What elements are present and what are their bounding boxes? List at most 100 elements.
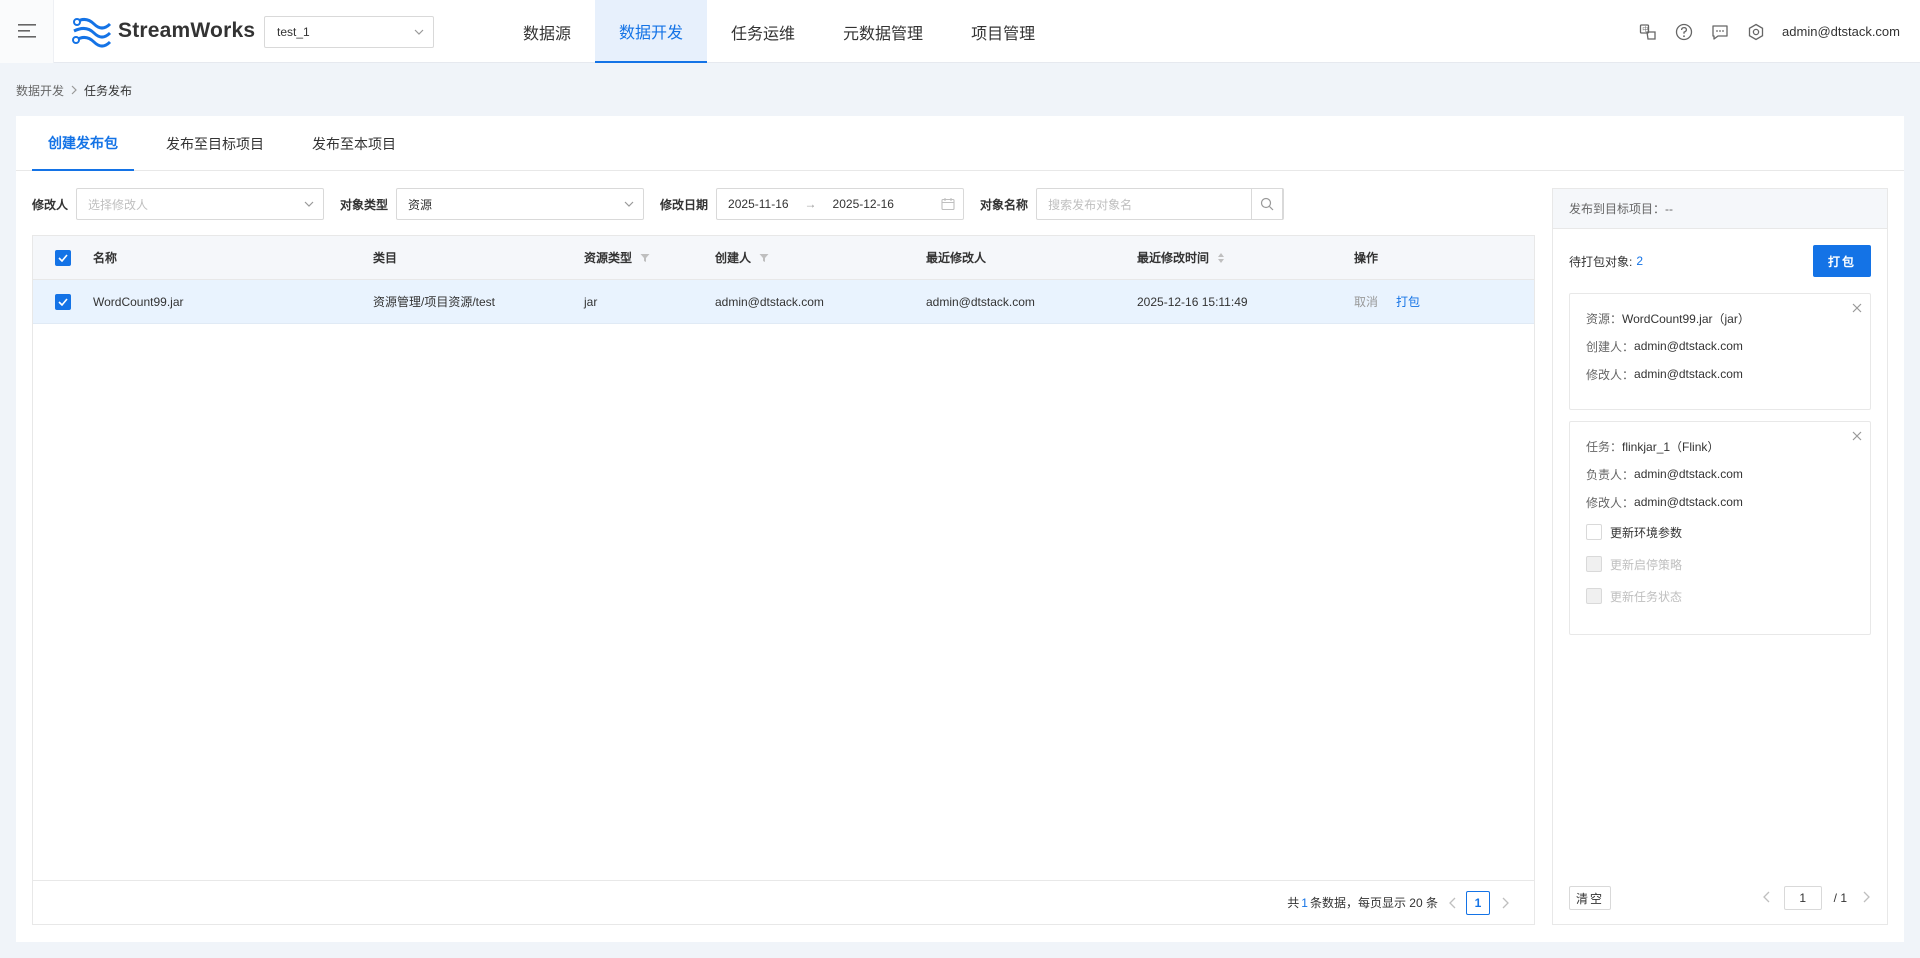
modifier-select[interactable]: 选择修改人	[76, 188, 325, 220]
column-header-creator[interactable]: 创建人	[715, 236, 926, 279]
modifier-filter-label: 修改人	[32, 197, 69, 212]
table-row[interactable]: WordCount99.jar 资源管理/项目资源/test jar admin…	[33, 280, 1534, 324]
nav-item-metadata[interactable]: 元数据管理	[819, 0, 947, 63]
next-page-chevron-icon[interactable]	[1500, 896, 1510, 910]
search-button[interactable]	[1251, 188, 1284, 220]
main-nav: 数据源 数据开发 任务运维 元数据管理 项目管理	[499, 0, 1059, 63]
pending-objects-count: 2	[1636, 254, 1644, 268]
row-pack-link[interactable]: 打包	[1396, 293, 1420, 310]
option-label: 更新启停策略	[1610, 557, 1683, 572]
object-line: 资源： WordCount99.jar（jar）	[1586, 304, 1854, 332]
column-header-modified-time[interactable]: 最近修改时间	[1137, 236, 1354, 279]
language-icon[interactable]: 中	[1638, 22, 1658, 42]
nav-item-task-ops[interactable]: 任务运维	[707, 0, 819, 63]
date-end[interactable]: 2025-12-16	[833, 197, 894, 211]
chevron-down-icon	[624, 201, 634, 207]
object-line-value: WordCount99.jar（jar）	[1622, 311, 1750, 326]
row-name: WordCount99.jar	[93, 294, 184, 309]
prev-page-chevron-icon[interactable]	[1448, 896, 1458, 910]
object-line-value: flinkjar_1（Flink）	[1622, 439, 1720, 454]
package-object-card: 任务： flinkjar_1（Flink） 负责人： admin@dtstack.c…	[1569, 421, 1871, 635]
object-line-key: 修改人：	[1586, 367, 1635, 382]
help-icon[interactable]	[1674, 22, 1694, 42]
option-update-env-params[interactable]: 更新环境参数	[1586, 516, 1854, 548]
pending-objects-summary: 待打包对象: 2	[1569, 245, 1643, 277]
sort-icon[interactable]	[1217, 252, 1225, 264]
check-icon	[58, 253, 68, 262]
row-checkbox[interactable]	[55, 293, 71, 310]
project-select[interactable]: test_1	[264, 16, 434, 48]
object-line-value: admin@dtstack.com	[1634, 367, 1743, 381]
filter-bar: 修改人 选择修改人 对象类型 资源 修改日期 2025-11-16 → 2025…	[32, 188, 1300, 220]
object-line-key: 负责人：	[1586, 467, 1635, 482]
close-icon[interactable]	[1852, 302, 1862, 316]
menu-toggle-button[interactable]	[0, 0, 54, 63]
message-icon[interactable]	[1710, 22, 1730, 42]
pack-button[interactable]: 打包	[1813, 245, 1871, 277]
row-resource-type: jar	[584, 294, 598, 309]
app-logo[interactable]: StreamWorks	[72, 14, 255, 48]
nav-item-project-management[interactable]: 项目管理	[947, 0, 1059, 63]
package-object-card: 资源： WordCount99.jar（jar） 创建人： admin@dtstac…	[1569, 293, 1871, 410]
row-cancel-link[interactable]: 取消	[1354, 293, 1378, 310]
page-number-current[interactable]: 1	[1466, 890, 1490, 915]
checkbox[interactable]	[1586, 524, 1602, 540]
search-icon	[1260, 197, 1274, 211]
checkbox	[1586, 588, 1602, 604]
nav-item-datasource[interactable]: 数据源	[499, 0, 595, 63]
pagination-total: 1	[1301, 895, 1308, 910]
tab-create-package[interactable]: 创建发布包	[32, 116, 134, 171]
select-all-cell	[33, 236, 93, 279]
column-header-modified-time-label: 最近修改时间	[1137, 251, 1210, 265]
check-icon	[58, 297, 68, 306]
breadcrumb: 数据开发 任务发布	[16, 82, 132, 99]
object-line-value: admin@dtstack.com	[1634, 467, 1743, 481]
object-line-value: admin@dtstack.com	[1634, 495, 1743, 509]
main-card: 创建发布包 发布至目标项目 发布至本项目 修改人 选择修改人 对象类型 资源 修…	[16, 116, 1904, 942]
calendar-icon	[941, 198, 955, 211]
object-line-key: 创建人：	[1586, 339, 1635, 354]
pagination-prefix: 共	[1287, 896, 1300, 910]
app-name: StreamWorks	[118, 19, 256, 42]
user-account[interactable]: admin@dtstack.com	[1782, 24, 1900, 39]
breadcrumb-separator-icon	[70, 84, 78, 98]
column-header-resource-type-label: 资源类型	[584, 251, 633, 265]
breadcrumb-parent[interactable]: 数据开发	[16, 82, 64, 99]
tab-publish-to-current[interactable]: 发布至本项目	[296, 116, 412, 171]
clear-button[interactable]: 清空	[1569, 886, 1611, 910]
object-line-value: admin@dtstack.com	[1634, 339, 1743, 353]
object-name-search[interactable]: 搜索发布对象名	[1036, 188, 1285, 220]
settings-gear-icon[interactable]	[1746, 22, 1766, 42]
top-bar: StreamWorks test_1 数据源 数据开发 任务运维 元数据管理 项…	[0, 0, 1920, 63]
date-range-picker[interactable]: 2025-11-16 → 2025-12-16	[716, 188, 965, 220]
page-input[interactable]: 1	[1783, 886, 1822, 910]
package-panel-pager: 1 / 1	[1762, 886, 1871, 910]
package-panel-footer: 清空 1 / 1	[1569, 886, 1871, 910]
table-header: 名称 类目 资源类型 创建人 最近修改人 最近修改时间 操作	[33, 236, 1534, 280]
publish-tabs: 创建发布包 发布至目标项目 发布至本项目	[16, 116, 1904, 171]
date-start[interactable]: 2025-11-16	[728, 197, 789, 211]
object-line: 修改人： admin@dtstack.com	[1586, 360, 1854, 388]
svg-text:中: 中	[1642, 25, 1648, 33]
object-type-select[interactable]: 资源	[396, 188, 645, 220]
select-all-checkbox[interactable]	[55, 249, 71, 266]
package-panel: 发布到目标项目：-- 待打包对象: 2 打包 资源： WordCount99.ja…	[1552, 188, 1888, 925]
close-icon[interactable]	[1852, 430, 1862, 444]
option-label: 更新任务状态	[1610, 589, 1683, 604]
filter-icon[interactable]	[759, 253, 769, 263]
column-header-operations: 操作	[1354, 251, 1379, 265]
filter-icon[interactable]	[640, 253, 650, 263]
next-page-chevron-icon[interactable]	[1861, 890, 1871, 907]
tab-publish-to-target[interactable]: 发布至目标项目	[150, 116, 280, 171]
object-line-key: 资源：	[1586, 311, 1623, 326]
nav-item-data-development[interactable]: 数据开发	[595, 0, 708, 63]
pending-objects-label: 待打包对象:	[1569, 254, 1633, 269]
chevron-down-icon	[304, 201, 314, 207]
prev-page-chevron-icon[interactable]	[1762, 890, 1772, 907]
column-header-creator-label: 创建人	[715, 251, 752, 265]
option-label: 更新环境参数	[1610, 525, 1683, 540]
object-line: 任务： flinkjar_1（Flink）	[1586, 432, 1854, 460]
object-line-key: 任务：	[1586, 439, 1623, 454]
column-header-resource-type[interactable]: 资源类型	[584, 236, 715, 279]
pagination-summary: 条数据，每页显示 20 条	[1309, 896, 1438, 910]
